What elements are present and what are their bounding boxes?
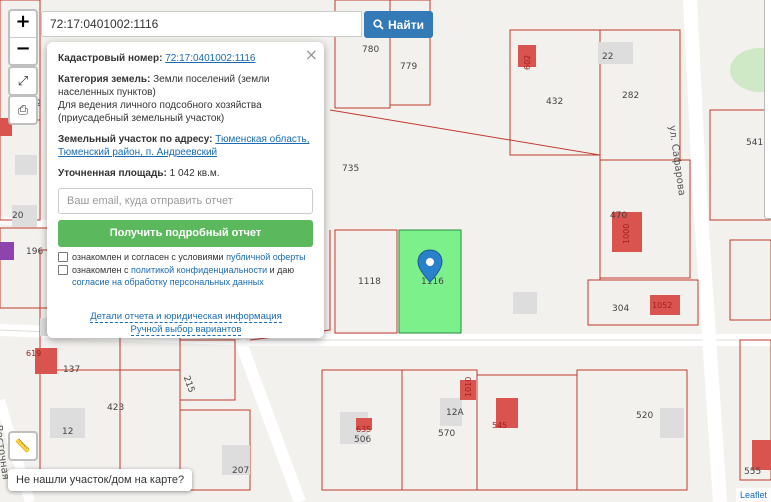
svg-text:1000: 1000 bbox=[622, 224, 631, 244]
svg-text:735: 735 bbox=[342, 164, 359, 174]
consent-privacy-text: ознакомлен с bbox=[72, 265, 129, 275]
svg-text:196: 196 bbox=[26, 247, 43, 257]
consent-privacy: ознакомлен с политикой конфиденциальност… bbox=[58, 264, 314, 288]
svg-text:137: 137 bbox=[63, 365, 80, 375]
cadastral-row: Кадастровый номер: 72:17:0401002:1116 bbox=[58, 52, 314, 65]
side-panel[interactable] bbox=[764, 0, 771, 219]
svg-text:541: 541 bbox=[746, 138, 763, 148]
parcel-info-popup: × Кадастровый номер: 72:17:0401002:1116 … bbox=[47, 42, 324, 338]
consent-offer-text: ознакомлен и согласен с условиями bbox=[72, 252, 224, 262]
svg-text:635: 635 bbox=[356, 425, 371, 434]
printer-icon: ⎙ bbox=[17, 102, 29, 117]
svg-text:779: 779 bbox=[400, 62, 417, 72]
expand-icon: ⤢ bbox=[17, 73, 29, 88]
consent-offer: ознакомлен и согласен с условиями публич… bbox=[58, 251, 314, 263]
address-row: Земельный участок по адресу: Тюменская о… bbox=[58, 133, 314, 159]
svg-text:423: 423 bbox=[107, 403, 124, 413]
area-label: Уточненная площадь: bbox=[58, 168, 167, 179]
search-button[interactable]: Найти bbox=[364, 11, 433, 38]
svg-text:520: 520 bbox=[636, 411, 653, 421]
svg-text:506: 506 bbox=[354, 435, 371, 445]
zoom-out-button[interactable]: − bbox=[10, 37, 36, 64]
svg-text:12А: 12А bbox=[446, 408, 464, 418]
svg-text:602: 602 bbox=[523, 55, 532, 70]
zoom-in-button[interactable]: + bbox=[10, 11, 36, 37]
fullscreen-button[interactable]: ⤢ bbox=[8, 66, 38, 96]
svg-text:619: 619 bbox=[26, 349, 41, 358]
svg-text:780: 780 bbox=[362, 45, 379, 55]
details-link[interactable]: Детали отчета и юридическая информация bbox=[90, 311, 282, 323]
personal-data-link[interactable]: согласие на обработку персональных данны… bbox=[72, 277, 264, 287]
category-row: Категория земель: Земли поселений (земли… bbox=[58, 73, 314, 125]
get-report-button[interactable]: Получить подробный отчет bbox=[58, 220, 313, 247]
cadastral-number-link[interactable]: 72:17:0401002:1116 bbox=[165, 53, 255, 64]
popup-links: Детали отчета и юридическая информация Р… bbox=[58, 310, 314, 336]
search-button-label: Найти bbox=[388, 17, 424, 32]
svg-text:1118: 1118 bbox=[358, 277, 381, 287]
svg-text:12: 12 bbox=[62, 427, 73, 437]
svg-text:545: 545 bbox=[492, 421, 507, 430]
close-icon[interactable]: × bbox=[305, 45, 318, 64]
svg-text:1052: 1052 bbox=[652, 301, 672, 310]
consent-privacy-middle: и даю bbox=[269, 265, 295, 275]
address-label: Земельный участок по адресу: bbox=[58, 134, 213, 145]
offer-checkbox[interactable] bbox=[58, 252, 68, 262]
svg-text:470: 470 bbox=[610, 211, 627, 221]
svg-text:22: 22 bbox=[602, 52, 613, 62]
not-found-button[interactable]: Не нашли участок/дом на карте? bbox=[8, 469, 193, 491]
area-row: Уточненная площадь: 1 042 кв.м. bbox=[58, 167, 314, 180]
print-button[interactable]: ⎙ bbox=[8, 95, 38, 125]
svg-text:207: 207 bbox=[232, 466, 249, 476]
area-value: 1 042 кв.м. bbox=[169, 168, 220, 179]
cadastral-label: Кадастровый номер: bbox=[58, 53, 163, 64]
measure-button[interactable]: 📏 bbox=[8, 431, 38, 461]
search-icon bbox=[373, 19, 384, 30]
svg-text:570: 570 bbox=[438, 429, 455, 439]
ruler-icon: 📏 bbox=[14, 438, 32, 453]
svg-text:1010: 1010 bbox=[464, 377, 473, 397]
offer-link[interactable]: публичной оферты bbox=[226, 252, 306, 262]
category-label: Категория земель: bbox=[58, 74, 151, 85]
attribution-link[interactable]: Leaflet bbox=[735, 488, 771, 502]
svg-text:304: 304 bbox=[612, 304, 629, 314]
svg-text:282: 282 bbox=[622, 91, 639, 101]
email-field[interactable]: Ваш email, куда отправить отчет bbox=[58, 188, 313, 214]
usage-value: Для ведения личного подсобного хозяйства… bbox=[58, 100, 262, 124]
search-input[interactable]: 72:17:0401002:1116 bbox=[41, 11, 362, 37]
svg-text:555: 555 bbox=[744, 467, 761, 477]
svg-text:432: 432 bbox=[546, 97, 563, 107]
manual-select-link[interactable]: Ручной выбор вариантов bbox=[130, 324, 242, 336]
privacy-checkbox[interactable] bbox=[58, 265, 68, 275]
privacy-link[interactable]: политикой конфиденциальности bbox=[131, 265, 267, 275]
zoom-control: + − bbox=[8, 9, 38, 66]
svg-text:20: 20 bbox=[12, 211, 24, 221]
